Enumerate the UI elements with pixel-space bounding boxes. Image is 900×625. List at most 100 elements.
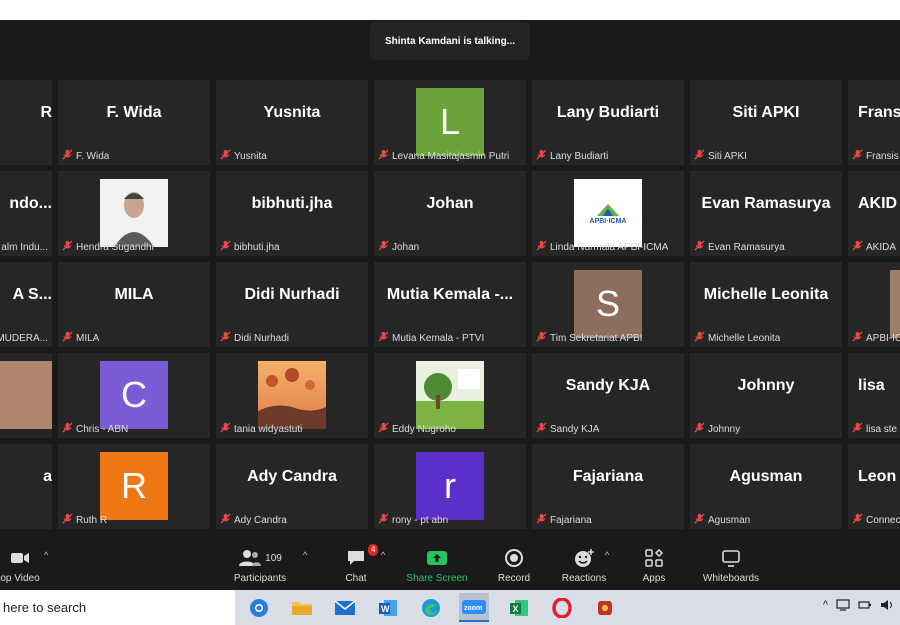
share-screen-button[interactable]: Share Screen bbox=[402, 546, 472, 588]
chat-button[interactable]: 4 Chat bbox=[336, 544, 379, 588]
participant-avatar: S bbox=[574, 270, 642, 338]
edge-icon[interactable] bbox=[416, 593, 446, 622]
other-app-icon[interactable] bbox=[590, 593, 620, 622]
participant-tile[interactable] bbox=[0, 353, 52, 438]
file-explorer-icon[interactable] bbox=[287, 593, 317, 622]
participant-tile[interactable]: F. Wida F. Wida bbox=[58, 80, 210, 165]
muted-mic-icon bbox=[536, 422, 547, 436]
participant-caption-text: Fajariana bbox=[550, 514, 592, 526]
participant-caption-text: Didi Nurhadi bbox=[234, 332, 290, 344]
reactions-button[interactable]: Reactions bbox=[556, 546, 612, 588]
participant-tile[interactable]: Sandy KJA Sandy KJA bbox=[532, 353, 684, 438]
talking-banner-text: Shinta Kamdani is talking... bbox=[384, 35, 516, 47]
participant-avatar: L bbox=[416, 88, 484, 156]
participant-tile[interactable]: Didi Nurhadi Didi Nurhadi bbox=[216, 262, 368, 347]
participant-tile[interactable]: S Tim Sekretariat APBI bbox=[532, 262, 684, 347]
participant-photo bbox=[890, 270, 900, 338]
chat-options-chevron-icon[interactable]: ^ bbox=[381, 550, 385, 560]
participant-avatar: C bbox=[100, 361, 168, 429]
participant-tile[interactable]: APBI·ICMA Linda Nurmala APBI-ICMA bbox=[532, 171, 684, 256]
participant-caption-text: Levana Masitajasmin Putri bbox=[392, 150, 510, 162]
participant-caption: Didi Nurhadi bbox=[220, 331, 289, 345]
apps-button[interactable]: Apps bbox=[636, 546, 672, 588]
muted-mic-icon bbox=[220, 331, 231, 345]
participant-tile[interactable]: R Ruth R bbox=[58, 444, 210, 529]
participant-caption: bibhuti.jha bbox=[220, 240, 280, 254]
participant-tile[interactable]: Johnny Johnny bbox=[690, 353, 842, 438]
participant-caption-text: Siti APKI bbox=[708, 150, 747, 162]
participant-tile[interactable]: APBI-IC bbox=[848, 262, 900, 347]
participant-caption: Johan bbox=[378, 240, 419, 254]
participant-avatar: R bbox=[100, 452, 168, 520]
muted-mic-icon bbox=[378, 422, 389, 436]
participant-tile[interactable]: Mutia Kemala -... Mutia Kemala - PTVI bbox=[374, 262, 526, 347]
participant-caption: Johnny bbox=[694, 422, 740, 436]
stop-video-button[interactable]: op Video bbox=[0, 546, 40, 588]
participant-tile[interactable]: Evan Ramasurya Evan Ramasurya bbox=[690, 171, 842, 256]
participant-tile[interactable]: Siti APKI Siti APKI bbox=[690, 80, 842, 165]
participant-tile[interactable]: C Chris - ABN bbox=[58, 353, 210, 438]
battery-icon[interactable] bbox=[858, 599, 872, 611]
chevron-up-icon[interactable]: ^ bbox=[823, 599, 828, 611]
participant-caption-text: Hendra Sugandhi bbox=[76, 241, 154, 253]
participant-tile[interactable]: Yusnita Yusnita bbox=[216, 80, 368, 165]
opera-icon[interactable] bbox=[547, 593, 577, 622]
taskbar-search-box[interactable]: here to search bbox=[0, 590, 235, 625]
participant-tile[interactable]: ndo... alm Indu... bbox=[0, 171, 52, 256]
participant-tile[interactable]: A S... MUDERA... bbox=[0, 262, 52, 347]
participant-tile[interactable]: Fajariana Fajariana bbox=[532, 444, 684, 529]
participant-tile[interactable]: L Levana Masitajasmin Putri bbox=[374, 80, 526, 165]
excel-icon[interactable]: X bbox=[504, 593, 534, 622]
participant-caption-text: Linda Nurmala APBI-ICMA bbox=[550, 241, 669, 253]
participant-tile[interactable]: Michelle Leonita Michelle Leonita bbox=[690, 262, 842, 347]
participant-tile[interactable]: Hendra Sugandhi bbox=[58, 171, 210, 256]
participants-button[interactable]: 109 Participants bbox=[228, 546, 292, 588]
participant-tile[interactable]: Leon Connectin bbox=[848, 444, 900, 529]
participant-tile[interactable]: a bbox=[0, 444, 52, 529]
participant-tile[interactable]: r rony - pt abn bbox=[374, 444, 526, 529]
participant-caption: Yusnita bbox=[220, 149, 267, 163]
svg-text:W: W bbox=[381, 604, 390, 614]
participant-name: Didi Nurhadi bbox=[244, 286, 340, 303]
participants-icon: 109 bbox=[238, 546, 282, 570]
participant-tile[interactable]: Eddy Nugroho bbox=[374, 353, 526, 438]
word-icon[interactable]: W bbox=[373, 593, 403, 622]
participant-caption-text: F. Wida bbox=[76, 150, 110, 162]
participant-caption-text: Evan Ramasurya bbox=[708, 241, 785, 253]
video-options-chevron-icon[interactable]: ^ bbox=[44, 550, 48, 560]
participant-tile[interactable]: Lany Budiarti Lany Budiarti bbox=[532, 80, 684, 165]
zoom-icon[interactable]: zoom bbox=[459, 593, 489, 622]
participant-tile[interactable]: R bbox=[0, 80, 52, 165]
volume-icon[interactable] bbox=[880, 599, 894, 611]
participant-tile[interactable]: Agusman Agusman bbox=[690, 444, 842, 529]
whiteboards-button[interactable]: Whiteboards bbox=[696, 546, 766, 588]
participant-tile[interactable]: Fransis Fransis bbox=[848, 80, 900, 165]
muted-mic-icon bbox=[62, 422, 73, 436]
participant-tile[interactable]: bibhuti.jha bibhuti.jha bbox=[216, 171, 368, 256]
windows-taskbar: here to search W zoom X ^ bbox=[0, 590, 900, 625]
participant-name: Johan bbox=[426, 195, 474, 212]
participant-tile[interactable]: tania widyastuti bbox=[216, 353, 368, 438]
participant-tile[interactable]: Johan Johan bbox=[374, 171, 526, 256]
chrome-icon[interactable] bbox=[244, 593, 274, 622]
participant-tile[interactable]: AKID AKIDA bbox=[848, 171, 900, 256]
participant-tile[interactable]: lisa lisa ste bbox=[848, 353, 900, 438]
muted-mic-icon bbox=[220, 513, 231, 527]
participant-caption-text: Fransis bbox=[866, 150, 899, 162]
participant-caption: Michelle Leonita bbox=[694, 331, 780, 345]
record-button[interactable]: Record bbox=[494, 546, 534, 588]
participant-caption: alm Indu... bbox=[0, 240, 48, 254]
mail-icon[interactable] bbox=[330, 593, 360, 622]
participant-tile[interactable]: Ady Candra Ady Candra bbox=[216, 444, 368, 529]
muted-mic-icon bbox=[62, 331, 73, 345]
participant-caption-text: Agusman bbox=[708, 514, 751, 526]
talking-banner: Shinta Kamdani is talking... bbox=[370, 22, 530, 60]
participant-photo bbox=[416, 361, 484, 429]
reactions-options-chevron-icon[interactable]: ^ bbox=[605, 550, 609, 560]
network-icon[interactable] bbox=[836, 599, 850, 611]
participants-options-chevron-icon[interactable]: ^ bbox=[303, 550, 307, 560]
participant-caption: Evan Ramasurya bbox=[694, 240, 785, 254]
participant-avatar: r bbox=[416, 452, 484, 520]
participant-tile[interactable]: MILA MILA bbox=[58, 262, 210, 347]
participant-caption: rony - pt abn bbox=[378, 513, 448, 527]
